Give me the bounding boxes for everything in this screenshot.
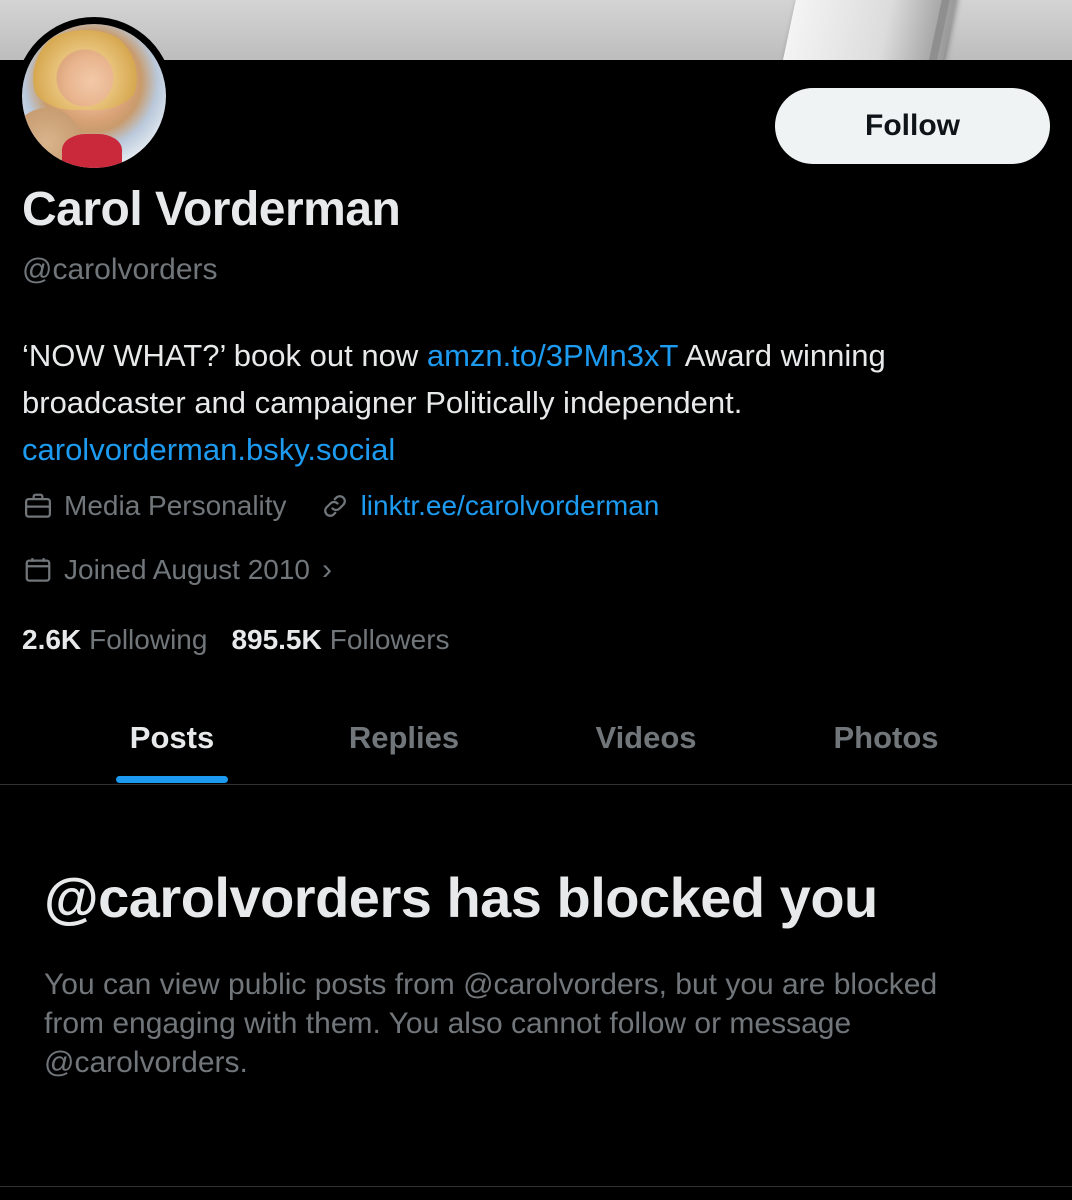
profile-banner[interactable] — [0, 0, 1072, 60]
follow-button[interactable]: Follow — [775, 88, 1050, 164]
tab-videos[interactable]: Videos — [568, 690, 724, 785]
profile-bio: ‘NOW WHAT?’ book out now amzn.to/3PMn3xT… — [22, 332, 1032, 473]
following-label: Following — [89, 624, 208, 655]
bio-link-bsky[interactable]: carolvorderman.bsky.social — [22, 432, 395, 467]
profile-meta-row: Media Personality linktr.ee/carolvorderm… — [22, 490, 659, 522]
bio-text-1: ‘NOW WHAT?’ book out now — [22, 338, 427, 373]
avatar[interactable] — [15, 17, 173, 175]
bio-link-amazon[interactable]: amzn.to/3PMn3xT — [427, 338, 678, 373]
tab-posts[interactable]: Posts — [102, 690, 242, 785]
profile-category: Media Personality — [22, 490, 287, 522]
calendar-icon — [22, 554, 54, 586]
banner-book-image — [782, 0, 958, 60]
following-count-link[interactable]: 2.6K Following — [22, 624, 207, 656]
profile-website[interactable]: linktr.ee/carolvorderman — [319, 490, 660, 522]
profile-stats: 2.6K Following 895.5K Followers — [22, 624, 474, 656]
profile-tabs: Posts Replies Videos Photos — [0, 690, 1072, 785]
followers-count-link[interactable]: 895.5K Followers — [231, 624, 449, 656]
followers-label: Followers — [329, 624, 450, 655]
divider — [0, 1186, 1072, 1187]
tab-photos[interactable]: Photos — [806, 690, 966, 785]
link-icon — [319, 490, 351, 522]
blocked-message: You can view public posts from @carolvor… — [44, 968, 938, 1079]
joined-label: Joined August 2010 — [64, 554, 310, 585]
profile-joined[interactable]: Joined August 2010 › — [22, 553, 332, 587]
active-tab-indicator — [116, 776, 228, 783]
blocked-title: @carolvorders has blocked you — [44, 866, 878, 929]
profile-name: Carol Vorderman — [22, 183, 401, 236]
followers-count: 895.5K — [231, 624, 322, 655]
avatar-photo — [22, 24, 166, 168]
following-count: 2.6K — [22, 624, 82, 655]
website-link[interactable]: linktr.ee/carolvorderman — [361, 490, 660, 522]
tab-replies[interactable]: Replies — [322, 690, 486, 785]
category-label: Media Personality — [64, 490, 287, 521]
profile-handle: @carolvorders — [22, 253, 218, 286]
briefcase-icon — [22, 490, 54, 522]
chevron-right-icon[interactable]: › — [322, 553, 332, 587]
